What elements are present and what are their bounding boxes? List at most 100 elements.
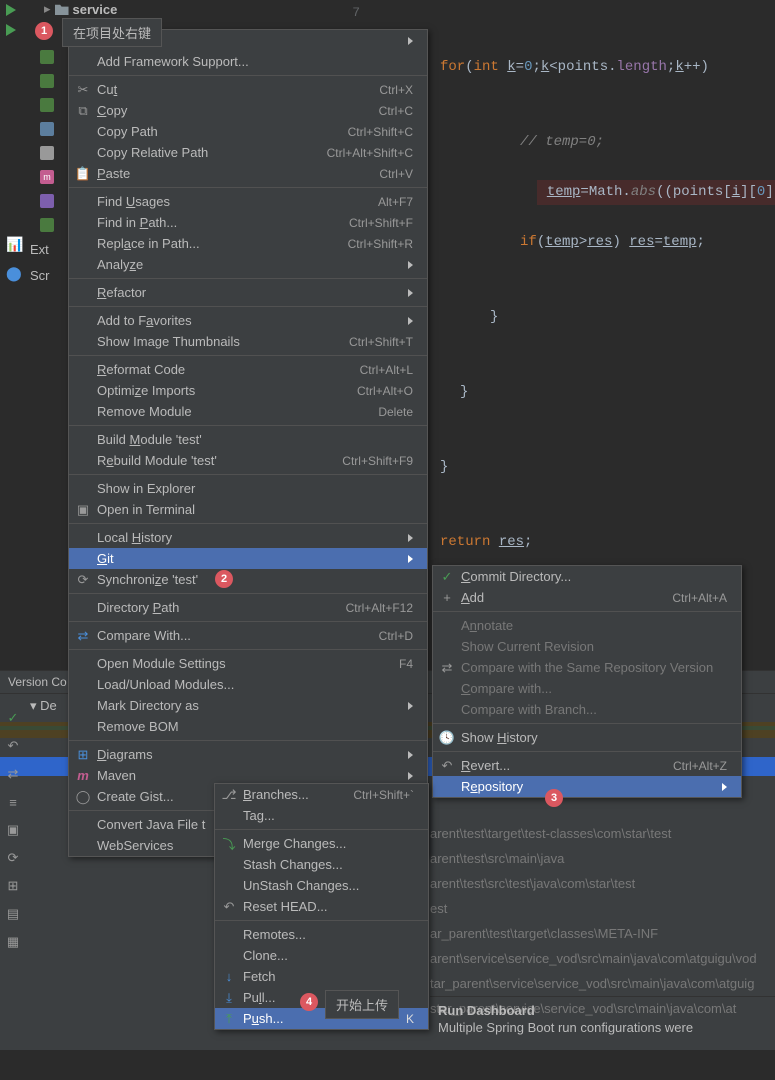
menu-replace-in-path[interactable]: Replace in Path...Ctrl+Shift+R	[69, 233, 427, 254]
menu-synchronize[interactable]: ⟳Synchronize 'test'	[69, 569, 427, 590]
menu-copy-rel-path[interactable]: Copy Relative PathCtrl+Alt+Shift+C	[69, 142, 427, 163]
git-revert[interactable]: ↶Revert...Ctrl+Alt+Z	[433, 755, 741, 776]
revert-icon[interactable]: ↶	[4, 737, 22, 755]
collapse-icon[interactable]: ▦	[4, 933, 22, 951]
gutter: 7	[310, 0, 380, 25]
file-icon[interactable]	[40, 122, 54, 136]
vc-tab-default[interactable]: ▾ De	[30, 698, 57, 714]
menu-open-module-settings[interactable]: Open Module SettingsF4	[69, 653, 427, 674]
menu-copy[interactable]: ⧉CopyCtrl+C	[69, 100, 427, 121]
repo-tag[interactable]: Tag...	[215, 805, 428, 826]
diff-icon[interactable]: ⇄	[4, 765, 22, 783]
file-icon[interactable]	[40, 194, 54, 208]
menu-directory-path[interactable]: Directory PathCtrl+Alt+F12	[69, 597, 427, 618]
menu-load-unload[interactable]: Load/Unload Modules...	[69, 674, 427, 695]
vc-path: arent\test\src\test\java\com\star\test	[430, 871, 757, 896]
repo-branches[interactable]: ⎇Branches...Ctrl+Shift+`	[215, 784, 428, 805]
maven-icon[interactable]: m	[40, 170, 54, 184]
menu-optimize-imports[interactable]: Optimize ImportsCtrl+Alt+O	[69, 380, 427, 401]
git-compare-with: Compare with...	[433, 678, 741, 699]
menu-analyze[interactable]: Analyze	[69, 254, 427, 275]
tree-service[interactable]: ▸ service	[40, 0, 290, 18]
file-icon[interactable]	[40, 218, 54, 232]
menu-mark-directory[interactable]: Mark Directory as	[69, 695, 427, 716]
menu-find-usages[interactable]: Find UsagesAlt+F7	[69, 191, 427, 212]
file-icon[interactable]	[40, 50, 54, 64]
menu-cut[interactable]: ✂CutCtrl+X	[69, 79, 427, 100]
menu-open-terminal[interactable]: ▣Open in Terminal	[69, 499, 427, 520]
git-submenu: ✓Commit Directory... +AddCtrl+Alt+A Anno…	[432, 565, 742, 798]
tree-label: service	[73, 2, 118, 17]
tooltip-push: 开始上传	[325, 990, 399, 1019]
push-icon: ⤒	[221, 1011, 237, 1027]
vc-path: tar_parent\service\service_vod\src\main\…	[430, 971, 757, 996]
repo-fetch[interactable]: ↓Fetch	[215, 966, 428, 987]
menu-refactor[interactable]: Refactor	[69, 282, 427, 303]
menu-add-favorites[interactable]: Add to Favorites	[69, 310, 427, 331]
repo-merge[interactable]: ⤵Merge Changes...	[215, 833, 428, 854]
menu-compare-with[interactable]: ⇄Compare With...Ctrl+D	[69, 625, 427, 646]
git-show-current-revision: Show Current Revision	[433, 636, 741, 657]
dashboard-text: Multiple Spring Boot run configurations …	[438, 1020, 767, 1035]
diff-icon: ⇄	[439, 660, 455, 676]
expand-icon[interactable]: ▤	[4, 905, 22, 923]
run-icon[interactable]	[6, 4, 16, 16]
menu-build-module[interactable]: Build Module 'test'	[69, 429, 427, 450]
badge-3: 3	[545, 789, 563, 807]
scratches[interactable]: Scr	[30, 268, 50, 283]
git-repository[interactable]: Repository	[433, 776, 741, 797]
diagram-icon: ⊞	[75, 747, 91, 763]
commit-icon[interactable]: ✓	[4, 709, 22, 727]
git-commit-directory[interactable]: ✓Commit Directory...	[433, 566, 741, 587]
file-icon[interactable]	[40, 146, 54, 160]
diff-icon: ⇄	[75, 628, 91, 644]
scratch-icon[interactable]: ⬤	[6, 265, 20, 282]
menu-show-thumbnails[interactable]: Show Image ThumbnailsCtrl+Shift+T	[69, 331, 427, 352]
run-icon[interactable]	[6, 24, 16, 36]
merge-icon: ⤵	[221, 836, 237, 852]
git-add[interactable]: +AddCtrl+Alt+A	[433, 587, 741, 608]
repo-stash[interactable]: Stash Changes...	[215, 854, 428, 875]
revert-icon: ↶	[439, 758, 455, 774]
menu-diagrams[interactable]: ⊞Diagrams	[69, 744, 427, 765]
refresh-icon[interactable]: ⟳	[4, 849, 22, 867]
badge-2: 2	[215, 570, 233, 588]
run-gutter	[6, 4, 16, 44]
git-compare-same-repo: ⇄Compare with the Same Repository Versio…	[433, 657, 741, 678]
git-annotate: Annotate	[433, 615, 741, 636]
git-show-history[interactable]: 🕓Show History	[433, 727, 741, 748]
file-icon[interactable]	[40, 98, 54, 112]
menu-copy-path[interactable]: Copy PathCtrl+Shift+C	[69, 121, 427, 142]
menu-git[interactable]: Git	[69, 548, 427, 569]
menu-remove-bom[interactable]: Remove BOM	[69, 716, 427, 737]
menu-rebuild-module[interactable]: Rebuild Module 'test'Ctrl+Shift+F9	[69, 450, 427, 471]
file-icon[interactable]	[40, 74, 54, 88]
changelist-icon[interactable]: ≡	[4, 793, 22, 811]
ext-library[interactable]: Ext	[30, 242, 49, 257]
menu-remove-module[interactable]: Remove ModuleDelete	[69, 401, 427, 422]
menu-reformat[interactable]: Reformat CodeCtrl+Alt+L	[69, 359, 427, 380]
menu-local-history[interactable]: Local History	[69, 527, 427, 548]
repo-clone[interactable]: Clone...	[215, 945, 428, 966]
vc-path: arent\service\service_vod\src\main\java\…	[430, 946, 757, 971]
menu-find-in-path[interactable]: Find in Path...Ctrl+Shift+F	[69, 212, 427, 233]
badge-1: 1	[35, 22, 53, 40]
chart-icon[interactable]: 📊	[6, 236, 20, 253]
repo-unstash[interactable]: UnStash Changes...	[215, 875, 428, 896]
menu-show-explorer[interactable]: Show in Explorer	[69, 478, 427, 499]
repo-reset-head[interactable]: ↶Reset HEAD...	[215, 896, 428, 917]
github-icon: ◯	[75, 789, 91, 805]
history-icon: 🕓	[439, 730, 455, 746]
git-compare-branch: Compare with Branch...	[433, 699, 741, 720]
project-tree[interactable]: ▸ service	[40, 0, 290, 18]
repo-remotes[interactable]: Remotes...	[215, 924, 428, 945]
group-icon[interactable]: ⊞	[4, 877, 22, 895]
menu-add-framework[interactable]: Add Framework Support...	[69, 51, 427, 72]
branch-icon: ⎇	[221, 787, 237, 803]
shelf-icon[interactable]: ▣	[4, 821, 22, 839]
run-dashboard: Run Dashboard Multiple Spring Boot run c…	[430, 996, 775, 1050]
dashboard-title: Run Dashboard	[438, 1003, 767, 1018]
cut-icon: ✂	[75, 82, 91, 98]
menu-paste[interactable]: 📋PasteCtrl+V	[69, 163, 427, 184]
badge-4: 4	[300, 993, 318, 1011]
